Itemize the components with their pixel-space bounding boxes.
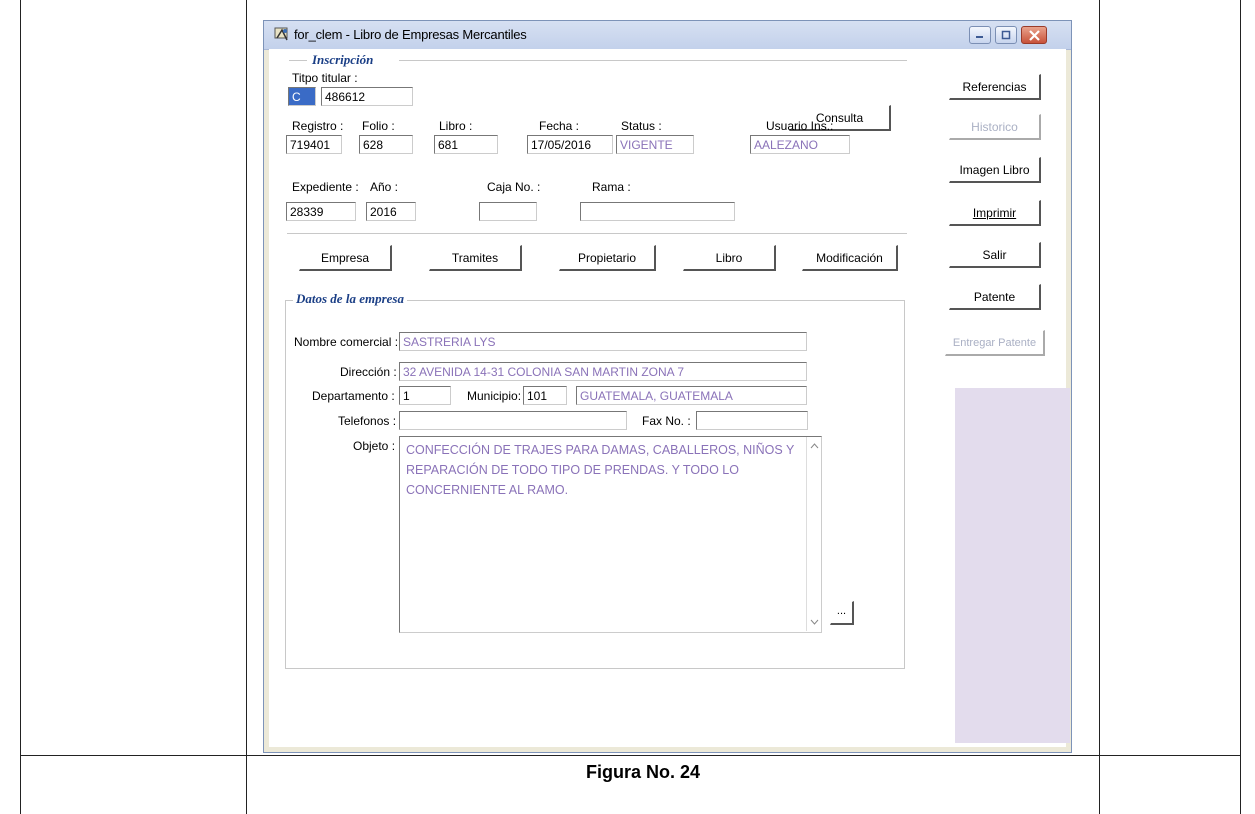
registro-field[interactable]: 719401 [286, 135, 342, 154]
app-window: for_clem - Libro de Empresas Mercantiles… [263, 20, 1072, 753]
referencias-button[interactable]: Referencias [949, 74, 1041, 100]
minimize-button[interactable] [969, 26, 991, 44]
objeto-more-button[interactable]: ... [830, 601, 854, 625]
objeto-scrollbar[interactable] [806, 437, 822, 631]
nombre-comercial-field[interactable]: SASTRERIA LYS [399, 332, 807, 351]
municipio-field[interactable]: GUATEMALA, GUATEMALA [576, 386, 807, 405]
expediente-field[interactable]: 28339 [286, 202, 356, 221]
imagen-libro-button[interactable]: Imagen Libro [949, 157, 1041, 183]
rama-label: Rama : [592, 180, 631, 194]
title-bar[interactable]: for_clem - Libro de Empresas Mercantiles [264, 21, 1071, 50]
side-panel [955, 388, 1070, 743]
municipio-code-field[interactable]: 101 [523, 386, 567, 405]
anio-field[interactable]: 2016 [366, 202, 416, 221]
imprimir-button[interactable]: Imprimir [949, 200, 1041, 226]
objeto-line-2: REPARACIÓN DE TODO TIPO DE PRENDAS. Y TO… [406, 463, 739, 477]
inscripcion-divider-left [289, 60, 307, 61]
app-icon [274, 27, 288, 41]
nombre-comercial-label: Nombre comercial : [294, 335, 399, 349]
tab-propietario[interactable]: Propietario [559, 245, 656, 271]
objeto-line-1: CONFECCIÓN DE TRAJES PARA DAMAS, CABALLE… [406, 443, 795, 457]
doc-table-line-inner-right [1099, 0, 1100, 814]
inscripcion-title: Inscripción [309, 52, 377, 68]
window-title: for_clem - Libro de Empresas Mercantiles [294, 27, 527, 42]
caja-label: Caja No. : [487, 180, 541, 194]
rama-field[interactable] [580, 202, 735, 221]
tipo-titular-field[interactable]: 486612 [321, 87, 413, 106]
status-field[interactable]: VIGENTE [616, 135, 694, 154]
fax-field[interactable] [696, 411, 808, 430]
tipo-titular-code[interactable]: C [288, 87, 316, 106]
caja-field[interactable] [479, 202, 537, 221]
libro-label: Libro : [439, 119, 473, 133]
inscripcion-divider-right [399, 60, 907, 61]
municipio-label: Municipio: [467, 389, 522, 403]
scroll-up-icon[interactable] [807, 439, 822, 453]
telefonos-label: Telefonos : [338, 414, 397, 428]
fax-label: Fax No. : [642, 414, 691, 428]
doc-table-line-inner-left [246, 0, 247, 814]
telefonos-field[interactable] [399, 411, 627, 430]
objeto-label: Objeto : [353, 439, 396, 453]
tab-modificacion[interactable]: Modificación [802, 245, 898, 271]
tab-tramites[interactable]: Tramites [429, 245, 522, 271]
doc-table-line-bottom [20, 755, 1241, 756]
objeto-textarea[interactable]: CONFECCIÓN DE TRAJES PARA DAMAS, CABALLE… [399, 436, 822, 633]
direccion-field[interactable]: 32 AVENIDA 14-31 COLONIA SAN MARTIN ZONA… [399, 362, 807, 381]
entregar-patente-button[interactable]: Entregar Patente [945, 330, 1045, 356]
tipo-titular-label: Titpo titular : [292, 71, 358, 85]
libro-field[interactable]: 681 [434, 135, 498, 154]
expediente-label: Expediente : [292, 180, 359, 194]
historico-button[interactable]: Historico [949, 114, 1041, 140]
status-label: Status : [621, 119, 662, 133]
direccion-label: Dirección : [340, 365, 397, 379]
departamento-label: Departamento : [312, 389, 395, 403]
usuario-label: Usuario Ins.: [766, 119, 834, 133]
registro-label: Registro : [292, 119, 344, 133]
folio-field[interactable]: 628 [359, 135, 413, 154]
objeto-line-3: CONCERNIENTE AL RAMO. [406, 483, 569, 497]
patente-button[interactable]: Patente [949, 284, 1041, 310]
minimize-icon [976, 36, 983, 38]
departamento-field[interactable]: 1 [399, 386, 451, 405]
section-divider [287, 233, 907, 234]
maximize-icon [1001, 30, 1011, 40]
figure-caption: Figura No. 24 [586, 762, 701, 782]
fecha-label: Fecha : [539, 119, 580, 133]
tab-empresa[interactable]: Empresa [299, 245, 392, 271]
maximize-button[interactable] [995, 26, 1017, 44]
doc-table-line-left [20, 0, 21, 814]
anio-label: Año : [370, 180, 399, 194]
fecha-field[interactable]: 17/05/2016 [527, 135, 613, 154]
usuario-field[interactable]: AALEZANO [750, 135, 850, 154]
scroll-down-icon[interactable] [807, 615, 822, 629]
tab-libro[interactable]: Libro [683, 245, 776, 271]
empresa-title: Datos de la empresa [293, 291, 407, 307]
form-area: Inscripción Titpo titular : C 486612 Con… [269, 49, 1070, 747]
close-icon [1029, 30, 1040, 41]
folio-label: Folio : [362, 119, 395, 133]
close-button[interactable] [1021, 26, 1047, 44]
doc-table-line-right [1240, 0, 1241, 814]
salir-button[interactable]: Salir [949, 242, 1041, 268]
